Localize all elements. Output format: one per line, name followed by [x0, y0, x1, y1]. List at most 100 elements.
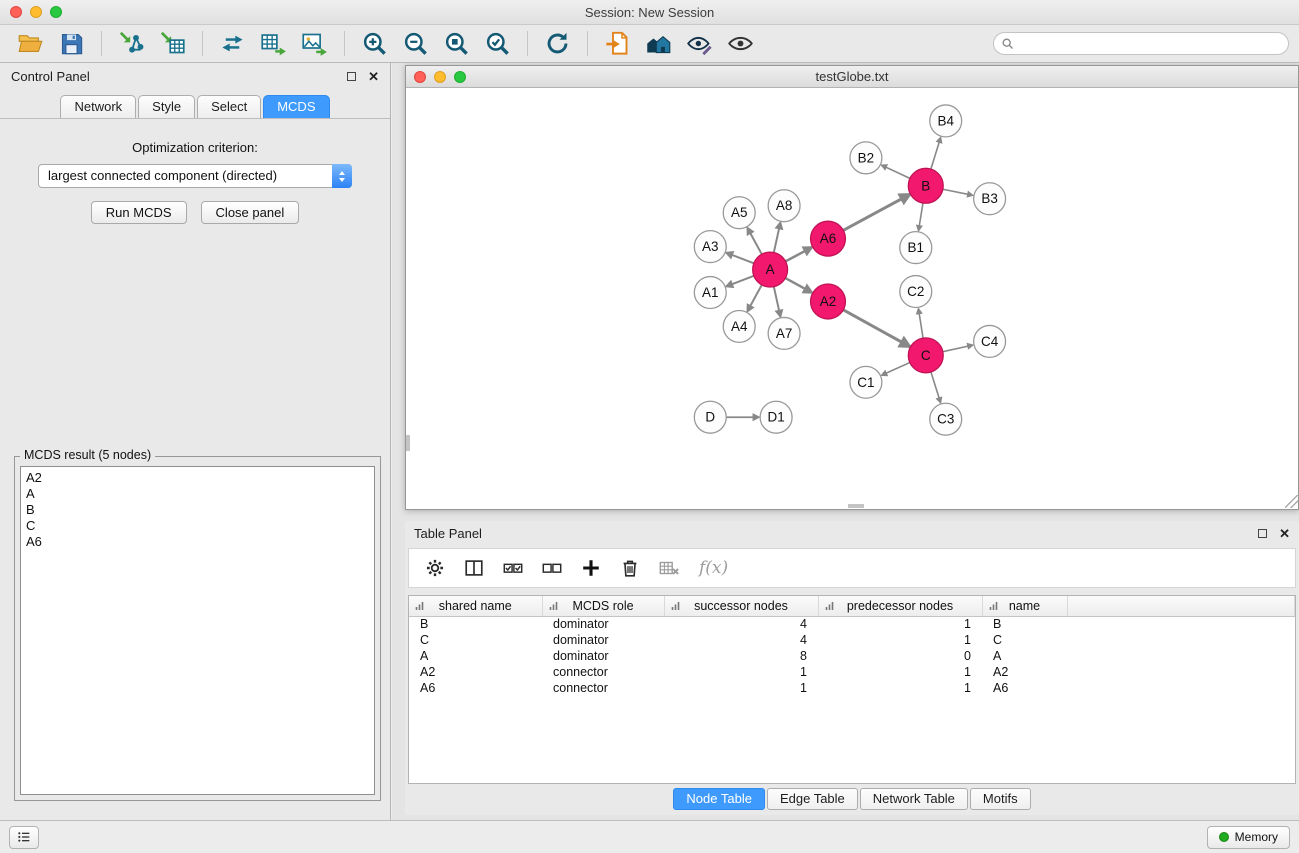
document-arrow-button[interactable]: [597, 28, 638, 59]
add-button[interactable]: [574, 554, 608, 582]
zoom-fit-button[interactable]: [436, 28, 477, 59]
network-edge-B-B3[interactable]: [943, 189, 969, 194]
table-cell[interactable]: 1: [818, 680, 982, 696]
table-cell[interactable]: A6: [982, 680, 1067, 696]
network-node-A6[interactable]: A6: [811, 221, 846, 256]
sort-icon[interactable]: [670, 600, 682, 612]
network-node-B3[interactable]: B3: [974, 183, 1006, 215]
table-cell[interactable]: connector: [542, 664, 664, 680]
optimization-criterion-select[interactable]: largest connected component (directed): [38, 164, 352, 188]
select-stepper-icon[interactable]: [332, 164, 352, 188]
deselect-all-button[interactable]: [535, 554, 569, 582]
network-edge-C-C3[interactable]: [931, 372, 939, 399]
column-header-name[interactable]: name: [982, 596, 1067, 616]
network-edge-A-A6[interactable]: [785, 250, 806, 261]
gear-button[interactable]: [418, 554, 452, 582]
tab-node-table[interactable]: Node Table: [673, 788, 765, 810]
network-edge-B-B1[interactable]: [919, 203, 923, 226]
table-cell[interactable]: 1: [664, 664, 818, 680]
table-cell[interactable]: 4: [664, 616, 818, 632]
table-cell[interactable]: A2: [409, 664, 542, 680]
save-floppy-button[interactable]: [51, 28, 92, 59]
network-zoom-button[interactable]: [454, 71, 466, 83]
table-cell[interactable]: A6: [409, 680, 542, 696]
network-share-button[interactable]: [212, 28, 253, 59]
column-header-successor-nodes[interactable]: successor nodes: [664, 596, 818, 616]
run-mcds-button[interactable]: Run MCDS: [91, 201, 187, 224]
network-edge-B-B2[interactable]: [885, 167, 910, 178]
sort-icon[interactable]: [824, 600, 836, 612]
table-row[interactable]: A2connector11A2: [409, 664, 1295, 680]
sort-icon[interactable]: [414, 600, 426, 612]
table-cell[interactable]: A: [409, 648, 542, 664]
network-edge-B-B4[interactable]: [931, 141, 940, 169]
search-input[interactable]: [1015, 36, 1288, 51]
table-cell[interactable]: dominator: [542, 616, 664, 632]
import-table-button[interactable]: [152, 28, 193, 59]
scrollbar-nub-bottom[interactable]: [848, 504, 864, 508]
columns-button[interactable]: [457, 554, 491, 582]
close-table-panel-icon[interactable]: ✕: [1279, 527, 1290, 540]
table-row[interactable]: Bdominator41B: [409, 616, 1295, 632]
search-box[interactable]: [993, 32, 1289, 55]
network-window-titlebar[interactable]: testGlobe.txt: [406, 66, 1298, 88]
mcds-result-item[interactable]: B: [26, 502, 369, 518]
zoom-in-button[interactable]: [354, 28, 395, 59]
network-edge-C-C1[interactable]: [885, 363, 909, 374]
import-network-button[interactable]: [111, 28, 152, 59]
network-node-B1[interactable]: B1: [900, 232, 932, 264]
network-edge-A-A5[interactable]: [750, 232, 762, 254]
function-builder-button[interactable]: f(x): [691, 558, 736, 578]
float-panel-icon[interactable]: [347, 72, 356, 81]
network-node-C4[interactable]: C4: [974, 325, 1006, 357]
table-cell[interactable]: 1: [818, 616, 982, 632]
eye-button[interactable]: [720, 28, 761, 59]
zoom-window-button[interactable]: [50, 6, 62, 18]
sort-icon[interactable]: [988, 600, 1000, 612]
network-edge-A2-C[interactable]: [843, 310, 903, 343]
tab-network[interactable]: Network: [60, 95, 136, 118]
network-node-A5[interactable]: A5: [723, 197, 755, 229]
table-cell[interactable]: 1: [664, 680, 818, 696]
table-cell[interactable]: 1: [818, 632, 982, 648]
table-cell[interactable]: A2: [982, 664, 1067, 680]
resize-grip-icon[interactable]: [1285, 495, 1298, 508]
delete-button[interactable]: [613, 554, 647, 582]
show-panels-button[interactable]: [9, 826, 39, 849]
table-row[interactable]: Adominator80A: [409, 648, 1295, 664]
table-cell[interactable]: A: [982, 648, 1067, 664]
tab-motifs[interactable]: Motifs: [970, 788, 1031, 810]
mcds-result-item[interactable]: C: [26, 518, 369, 534]
network-node-A8[interactable]: A8: [768, 190, 800, 222]
open-folder-button[interactable]: [10, 28, 51, 59]
network-close-button[interactable]: [414, 71, 426, 83]
table-cell[interactable]: 0: [818, 648, 982, 664]
network-minimize-button[interactable]: [434, 71, 446, 83]
mcds-result-item[interactable]: A: [26, 486, 369, 502]
houses-button[interactable]: [638, 28, 679, 59]
sort-icon[interactable]: [548, 600, 560, 612]
minimize-window-button[interactable]: [30, 6, 42, 18]
table-cell[interactable]: 8: [664, 648, 818, 664]
network-edge-A-A3[interactable]: [731, 255, 754, 264]
table-cell[interactable]: connector: [542, 680, 664, 696]
network-node-A1[interactable]: A1: [694, 277, 726, 309]
zoom-out-button[interactable]: [395, 28, 436, 59]
close-panel-icon[interactable]: ✕: [368, 70, 379, 83]
network-edge-C-C2[interactable]: [919, 313, 923, 338]
select-all-button[interactable]: [496, 554, 530, 582]
refresh-button[interactable]: [537, 28, 578, 59]
network-node-C3[interactable]: C3: [930, 403, 962, 435]
table-cell[interactable]: dominator: [542, 632, 664, 648]
network-canvas[interactable]: B4B2BB3A5A8A6A3B1AA1C2A2A4A7C4CC1C3DD1: [406, 88, 1298, 508]
table-row[interactable]: Cdominator41C: [409, 632, 1295, 648]
network-edge-A-A2[interactable]: [785, 278, 806, 289]
tab-style[interactable]: Style: [138, 95, 195, 118]
table-cell[interactable]: 4: [664, 632, 818, 648]
network-edge-C-C4[interactable]: [943, 346, 969, 352]
tab-network-table[interactable]: Network Table: [860, 788, 968, 810]
table-row[interactable]: A6connector11A6: [409, 680, 1295, 696]
network-edge-A-A1[interactable]: [731, 276, 754, 285]
tab-edge-table[interactable]: Edge Table: [767, 788, 858, 810]
network-edge-A-A4[interactable]: [750, 285, 762, 307]
